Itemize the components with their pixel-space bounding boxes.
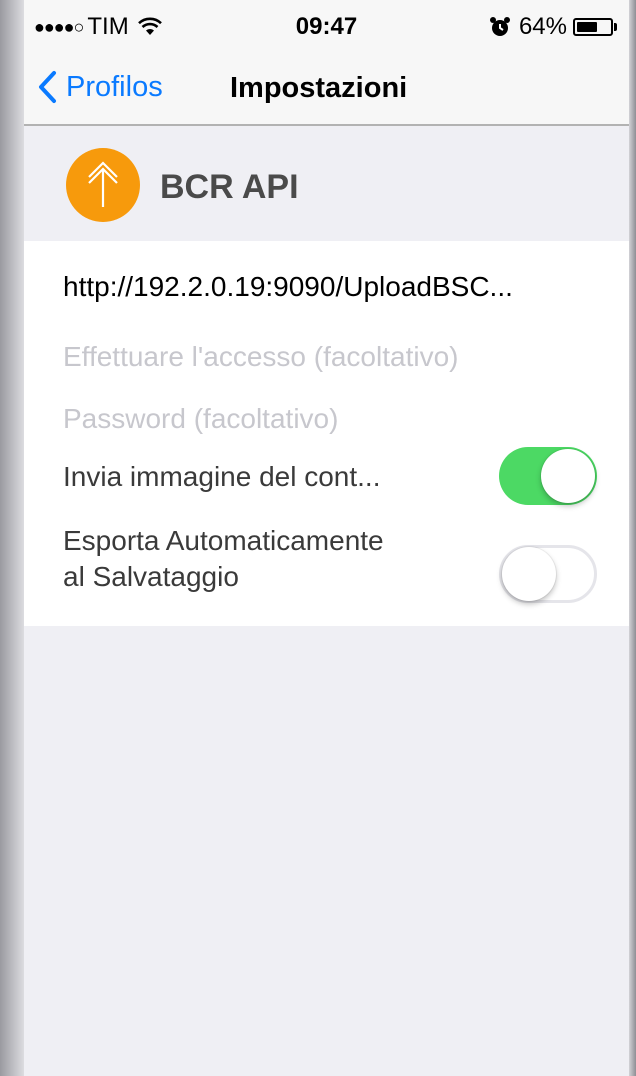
battery-icon [573, 18, 613, 36]
page-title: Impostazioni [230, 72, 408, 104]
send-image-label: Invia immagine del cont... [63, 461, 381, 492]
back-button[interactable]: Profilos [36, 70, 163, 104]
battery-percent: 64% [518, 13, 567, 40]
status-bar: ●●●●○ TIM 09:47 64% [24, 0, 629, 54]
chevron-left-icon [39, 71, 56, 103]
login-field[interactable]: Effettuare l'accesso (facoltativo) [63, 341, 458, 373]
auto-export-label: Esporta Automaticamente al Salvataggio [63, 523, 384, 595]
phone-screen: ●●●●○ TIM 09:47 64% Profilos Impostazion… [24, 0, 629, 1076]
battery-fill [577, 22, 597, 32]
profile-avatar [66, 148, 140, 222]
alarm-icon [489, 17, 510, 36]
toggle-knob [541, 449, 595, 503]
battery-tip [614, 23, 617, 31]
status-right: 64% [489, 13, 617, 41]
profile-name: BCR API [160, 168, 299, 206]
auto-export-label-line2: al Salvataggio [63, 561, 239, 592]
settings-card: http://192.2.0.19:9090/UploadBSC... Effe… [24, 241, 629, 626]
back-label: Profilos [66, 70, 163, 103]
auto-export-toggle[interactable] [499, 545, 597, 603]
url-field[interactable]: http://192.2.0.19:9090/UploadBSC... [63, 271, 513, 303]
upload-arrow-icon [88, 161, 118, 207]
password-field[interactable]: Password (facoltativo) [63, 403, 338, 435]
background-left-edge [0, 0, 24, 1076]
toggle-knob [502, 547, 556, 601]
background-right-edge [628, 0, 636, 1076]
auto-export-label-line1: Esporta Automaticamente [63, 525, 384, 556]
send-image-toggle[interactable] [499, 447, 597, 505]
profile-header: BCR API [24, 126, 629, 241]
navigation-bar: Profilos Impostazioni [24, 54, 629, 126]
